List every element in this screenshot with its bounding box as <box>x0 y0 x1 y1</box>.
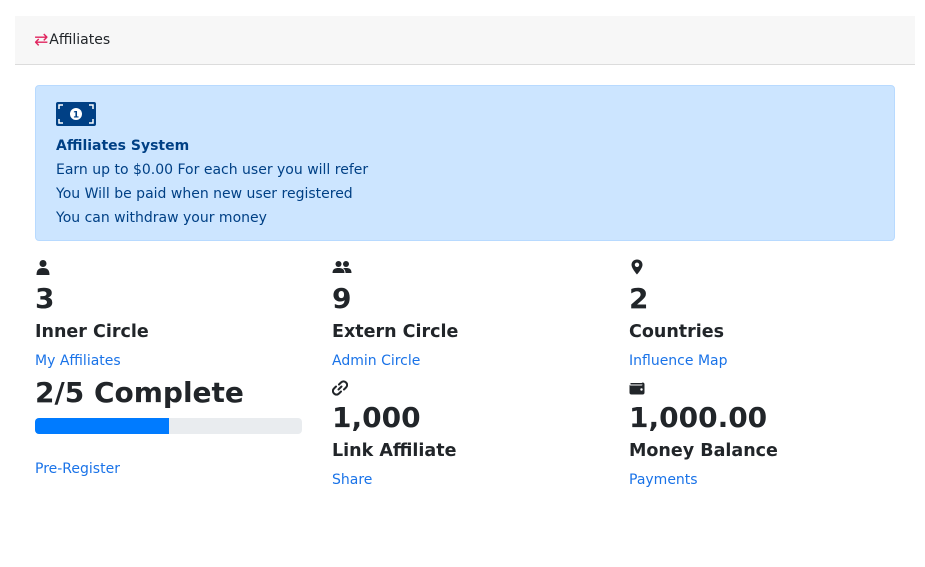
users-icon <box>332 261 352 273</box>
inner-circle-label: Inner Circle <box>35 322 149 342</box>
payments-link[interactable]: Payments <box>629 469 897 491</box>
progress-fill <box>35 418 169 434</box>
my-affiliates-link[interactable]: My Affiliates <box>35 350 303 372</box>
countries-stat: 2 Countries Influence Map 1,000.00 Money… <box>629 259 897 491</box>
exchange-arrows-icon: ⇄ <box>34 29 49 50</box>
share-link[interactable]: Share <box>332 469 600 491</box>
money-balance-value: 1,000.00 <box>629 401 768 434</box>
inner-circle-stat: 3 Inner Circle My Affiliates 2/5 Complet… <box>35 259 303 480</box>
user-icon <box>36 260 50 275</box>
svg-text:1: 1 <box>73 111 79 121</box>
completion-progress-bar <box>35 418 302 434</box>
alert-line: Earn up to $0.00 For each user you will … <box>56 162 369 178</box>
page-title: Affiliates <box>49 32 111 48</box>
extern-circle-stat: 9 Extern Circle Admin Circle 1,000 Link … <box>332 259 600 491</box>
wallet-icon <box>629 382 645 395</box>
alert-line: You Will be paid when new user registere… <box>56 186 353 202</box>
inner-circle-count: 3 <box>35 282 55 315</box>
affiliates-info-alert: 1 Affiliates System Earn up to $0.00 For… <box>35 85 895 241</box>
pre-register-link[interactable]: Pre-Register <box>35 458 303 480</box>
extern-circle-count: 9 <box>332 282 352 315</box>
alert-line: You can withdraw your money <box>56 210 267 226</box>
influence-map-link[interactable]: Influence Map <box>629 350 897 372</box>
extern-circle-label: Extern Circle <box>332 322 459 342</box>
link-affiliate-label: Link Affiliate <box>332 441 457 461</box>
completion-text: 2/5 Complete <box>35 376 244 409</box>
alert-title: Affiliates System <box>56 138 190 154</box>
admin-circle-link[interactable]: Admin Circle <box>332 350 600 372</box>
link-icon <box>332 380 348 396</box>
money-balance-label: Money Balance <box>629 441 778 461</box>
countries-count: 2 <box>629 282 649 315</box>
money-bill-icon: 1 <box>56 102 96 126</box>
link-affiliate-count: 1,000 <box>332 401 421 434</box>
map-marker-icon <box>631 259 643 275</box>
countries-label: Countries <box>629 322 725 342</box>
page-header: ⇄ Affiliates <box>15 16 915 65</box>
